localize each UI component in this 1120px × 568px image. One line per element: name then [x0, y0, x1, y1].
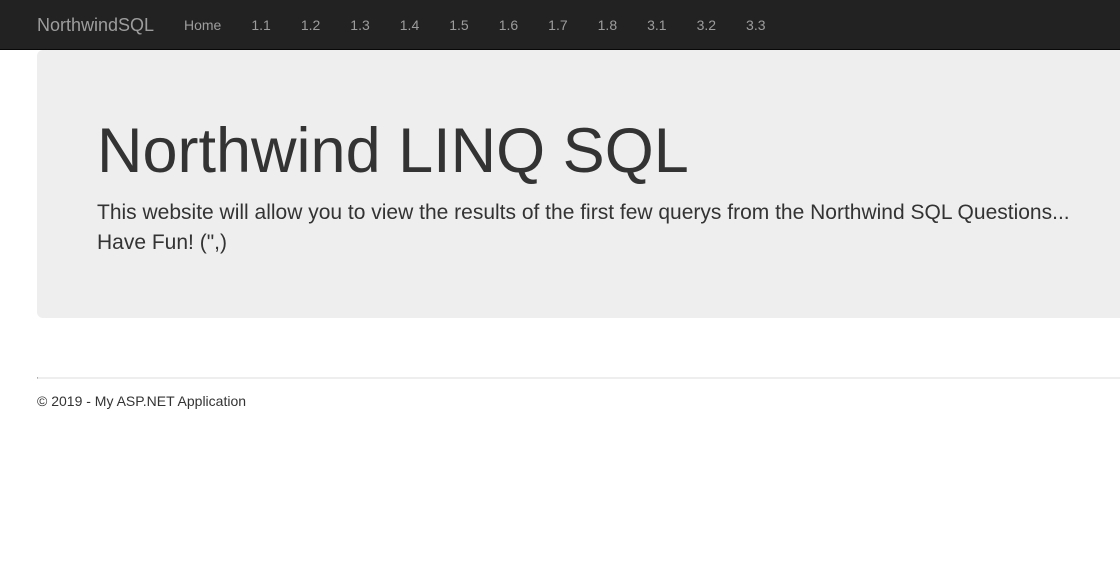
nav-link-1-4[interactable]: 1.4 [385, 0, 434, 50]
nav-link-1-5[interactable]: 1.5 [434, 0, 483, 50]
nav-item-3-3: 3.3 [731, 0, 780, 50]
nav-link-1-1[interactable]: 1.1 [236, 0, 285, 50]
brand-link[interactable]: NorthwindSQL [37, 14, 154, 36]
nav-link-1-3[interactable]: 1.3 [335, 0, 384, 50]
nav-item-1-4: 1.4 [385, 0, 434, 50]
nav-item-1-7: 1.7 [533, 0, 582, 50]
footer-divider [37, 377, 1120, 379]
nav-item-3-1: 3.1 [632, 0, 681, 50]
nav-link-home[interactable]: Home [169, 0, 236, 50]
nav-menu: Home 1.1 1.2 1.3 1.4 1.5 1.6 1.7 1.8 3.1… [169, 0, 781, 50]
hero-lead-text: This website will allow you to view the … [97, 201, 1070, 254]
nav-item-3-2: 3.2 [682, 0, 731, 50]
nav-item-1-8: 1.8 [583, 0, 632, 50]
top-navbar: NorthwindSQL Home 1.1 1.2 1.3 1.4 1.5 1.… [0, 0, 1120, 50]
nav-link-3-3[interactable]: 3.3 [731, 0, 780, 50]
hero-jumbotron: Northwind LINQ SQL This website will all… [37, 50, 1120, 318]
nav-link-1-8[interactable]: 1.8 [583, 0, 632, 50]
nav-item-1-2: 1.2 [286, 0, 335, 50]
nav-item-1-6: 1.6 [484, 0, 533, 50]
nav-link-1-2[interactable]: 1.2 [286, 0, 335, 50]
footer-copyright: © 2019 - My ASP.NET Application [37, 393, 247, 409]
nav-link-1-7[interactable]: 1.7 [533, 0, 582, 50]
nav-link-3-1[interactable]: 3.1 [632, 0, 681, 50]
page-title: Northwind LINQ SQL [97, 116, 689, 186]
nav-item-home: Home [169, 0, 236, 50]
nav-link-3-2[interactable]: 3.2 [682, 0, 731, 50]
nav-item-1-1: 1.1 [236, 0, 285, 50]
nav-item-1-3: 1.3 [335, 0, 384, 50]
nav-link-1-6[interactable]: 1.6 [484, 0, 533, 50]
nav-item-1-5: 1.5 [434, 0, 483, 50]
